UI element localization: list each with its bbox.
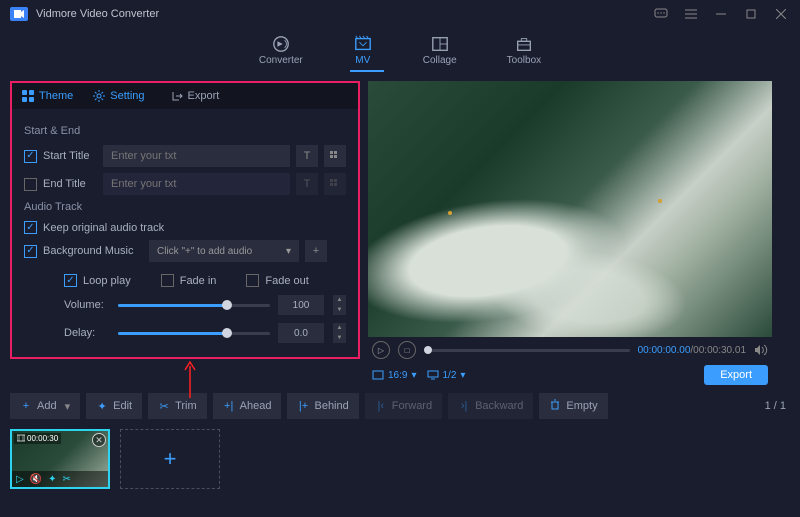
edit-button[interactable]: ✦Edit xyxy=(86,393,142,419)
chevron-down-icon: ▾ xyxy=(286,246,291,257)
clip-thumbnail[interactable]: 00:00:30 ✕ ▷ 🔇 ✦ ✂ xyxy=(10,429,110,489)
tab-theme[interactable]: Theme xyxy=(12,83,83,109)
clip-play-icon[interactable]: ▷ xyxy=(16,474,24,485)
bg-music-dropdown[interactable]: Click "+" to add audio ▾ xyxy=(149,240,299,262)
keep-audio-checkbox[interactable] xyxy=(24,221,37,234)
seek-bar[interactable] xyxy=(424,349,630,352)
monitor-icon xyxy=(427,370,439,380)
clip-star-icon[interactable]: ✦ xyxy=(48,474,56,485)
page-indicator: 1 / 1 xyxy=(765,400,790,412)
keep-audio-label: Keep original audio track xyxy=(43,222,164,234)
maximize-button[interactable] xyxy=(742,5,760,23)
volume-slider[interactable] xyxy=(118,298,270,312)
fadeout-checkbox[interactable] xyxy=(246,274,259,287)
volume-icon[interactable] xyxy=(754,344,768,356)
app-logo-icon xyxy=(10,7,28,21)
backward-button[interactable]: ›|Backward xyxy=(448,393,533,419)
bg-music-label: Background Music xyxy=(43,245,143,257)
tab-setting[interactable]: Setting xyxy=(83,83,154,109)
settings-tabbar: Theme Setting Export xyxy=(10,81,360,109)
start-title-font-button[interactable]: T xyxy=(296,145,318,167)
clip-toolbar: +Add▾ ✦Edit ✂Trim +|Ahead |+Behind |‹For… xyxy=(0,385,800,419)
add-audio-button[interactable]: + xyxy=(305,240,327,262)
behind-button[interactable]: |+Behind xyxy=(287,393,358,419)
delay-value[interactable]: 0.0 xyxy=(278,323,324,343)
end-title-font-button[interactable]: T xyxy=(296,173,318,195)
volume-stepper[interactable]: ▲▼ xyxy=(332,295,346,315)
aspect-icon xyxy=(372,370,384,380)
clip-duration: 00:00:30 xyxy=(27,434,58,443)
delay-stepper[interactable]: ▲▼ xyxy=(332,323,346,343)
nav-toolbox[interactable]: Toolbox xyxy=(507,35,541,66)
loop-checkbox[interactable] xyxy=(64,274,77,287)
fadein-checkbox[interactable] xyxy=(161,274,174,287)
end-title-checkbox[interactable] xyxy=(24,178,37,191)
nav-collage[interactable]: Collage xyxy=(423,35,457,66)
stop-button[interactable]: □ xyxy=(398,341,416,359)
start-title-grid-button[interactable] xyxy=(324,145,346,167)
delay-label: Delay: xyxy=(64,327,110,339)
nav-converter[interactable]: Converter xyxy=(259,35,303,66)
section-audio-track: Audio Track xyxy=(24,201,346,213)
settings-panel: Start & End Start Title T End Title T Au… xyxy=(10,109,360,359)
delay-slider[interactable] xyxy=(118,326,270,340)
minimize-button[interactable] xyxy=(712,5,730,23)
clip-trim-icon[interactable]: ✂ xyxy=(63,474,71,485)
close-button[interactable] xyxy=(772,5,790,23)
scale-dropdown[interactable]: 1/2▾ xyxy=(427,370,466,381)
app-title: Vidmore Video Converter xyxy=(36,8,159,20)
film-icon xyxy=(17,434,25,442)
add-button[interactable]: +Add▾ xyxy=(10,393,80,419)
empty-button[interactable]: Empty xyxy=(539,393,607,419)
clip-mute-icon[interactable]: 🔇 xyxy=(30,474,42,485)
add-clip-button[interactable]: + xyxy=(120,429,220,489)
start-title-label: Start Title xyxy=(43,150,97,162)
start-title-input[interactable] xyxy=(103,145,290,167)
feedback-icon[interactable] xyxy=(652,5,670,23)
trim-button[interactable]: ✂Trim xyxy=(148,393,207,419)
video-preview xyxy=(368,81,772,337)
end-title-label: End Title xyxy=(43,178,97,190)
titlebar: Vidmore Video Converter xyxy=(0,0,800,28)
end-title-input[interactable] xyxy=(103,173,290,195)
play-button[interactable]: ▷ xyxy=(372,341,390,359)
nav-active-indicator xyxy=(350,70,384,72)
volume-label: Volume: xyxy=(64,299,110,311)
bg-music-checkbox[interactable] xyxy=(24,245,37,258)
aspect-dropdown[interactable]: 16:9▾ xyxy=(372,370,417,381)
end-title-grid-button[interactable] xyxy=(324,173,346,195)
start-title-checkbox[interactable] xyxy=(24,150,37,163)
clip-remove-button[interactable]: ✕ xyxy=(92,433,106,447)
forward-button[interactable]: |‹Forward xyxy=(365,393,442,419)
export-button[interactable]: Export xyxy=(704,365,768,385)
tab-export[interactable]: Export xyxy=(161,83,230,109)
volume-value[interactable]: 100 xyxy=(278,295,324,315)
menu-icon[interactable] xyxy=(682,5,700,23)
section-start-end: Start & End xyxy=(24,125,346,137)
ahead-button[interactable]: +|Ahead xyxy=(213,393,282,419)
top-nav: Converter MV Collage Toolbox xyxy=(0,28,800,73)
nav-mv[interactable]: MV xyxy=(353,35,373,66)
time-display: 00:00:00.00/00:00:30.01 xyxy=(638,345,746,356)
timeline-track: 00:00:30 ✕ ▷ 🔇 ✦ ✂ + xyxy=(0,419,800,499)
